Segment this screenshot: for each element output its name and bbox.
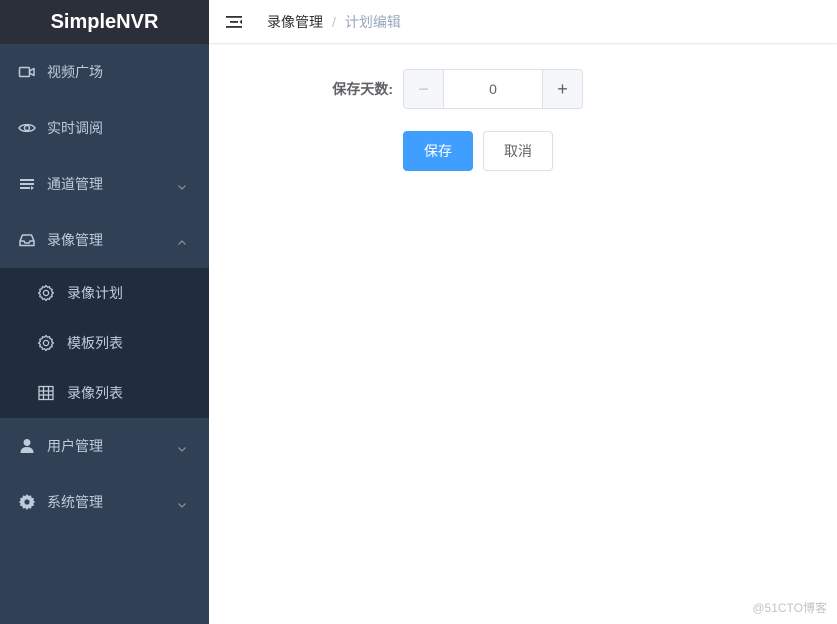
retention-days-stepper: − +	[403, 69, 583, 109]
decrement-button[interactable]: −	[404, 70, 444, 108]
sidebar-item-video-square[interactable]: 视频广场	[0, 44, 209, 100]
sidebar-item-live-view[interactable]: 实时调阅	[0, 100, 209, 156]
breadcrumb-current: 计划编辑	[344, 13, 401, 30]
eye-icon	[18, 119, 36, 137]
breadcrumb-separator: /	[332, 13, 336, 30]
user-icon	[18, 437, 36, 455]
sidebar: SimpleNVR 视频广场 实时调阅 通道管理 录像管理 录像计划 模板列表 …	[0, 0, 209, 624]
sidebar-item-channel-management[interactable]: 通道管理	[0, 156, 209, 212]
app-root: SimpleNVR 视频广场 实时调阅 通道管理 录像管理 录像计划 模板列表 …	[0, 0, 837, 624]
sidebar-item-user-management[interactable]: 用户管理	[0, 418, 209, 474]
sidebar-item-label: 系统管理	[47, 494, 103, 510]
sidebar-item-system-management[interactable]: 系统管理	[0, 474, 209, 530]
main-content: 保存天数: − + 保存 取消 @51CTO博客	[209, 45, 837, 624]
sidebar-item-label: 视频广场	[47, 64, 103, 80]
menu-fold-icon[interactable]	[225, 13, 243, 31]
sidebar-item-recording-list[interactable]: 录像列表	[0, 368, 209, 418]
sidebar-item-label: 用户管理	[47, 438, 103, 454]
form-actions: 保存 取消	[403, 131, 553, 171]
sidebar-item-recording-management[interactable]: 录像管理	[0, 212, 209, 268]
sidebar-item-label: 录像管理	[47, 232, 103, 248]
list-icon	[18, 175, 36, 193]
cancel-button[interactable]: 取消	[483, 131, 553, 171]
sidebar-item-label: 录像计划	[67, 285, 123, 301]
sidebar-item-recording-plan[interactable]: 录像计划	[0, 268, 209, 318]
retention-days-row: 保存天数: − +	[209, 69, 837, 109]
gear-icon	[18, 493, 36, 511]
chevron-down-icon	[177, 179, 187, 190]
retention-days-label: 保存天数:	[332, 81, 393, 97]
recording-submenu: 录像计划 模板列表 录像列表	[0, 268, 209, 418]
gear-outline-icon	[37, 284, 55, 302]
chevron-up-icon	[177, 235, 187, 245]
sidebar-item-label: 模板列表	[67, 335, 123, 351]
breadcrumb-parent[interactable]: 录像管理	[267, 12, 323, 32]
sidebar-item-template-list[interactable]: 模板列表	[0, 318, 209, 368]
chevron-down-icon	[177, 497, 187, 508]
brand-title[interactable]: SimpleNVR	[0, 0, 209, 44]
gear-outline-icon	[37, 334, 55, 352]
chevron-down-icon	[177, 441, 187, 452]
increment-button[interactable]: +	[542, 70, 582, 108]
watermark: @51CTO博客	[752, 601, 827, 615]
sidebar-item-label: 实时调阅	[47, 120, 103, 136]
inbox-icon	[18, 231, 36, 249]
grid-icon	[37, 384, 55, 402]
top-header: 录像管理 / 计划编辑	[209, 0, 837, 44]
save-button[interactable]: 保存	[403, 131, 473, 171]
sidebar-item-label: 通道管理	[47, 176, 103, 192]
breadcrumb: 录像管理 / 计划编辑	[267, 12, 401, 32]
sidebar-item-label: 录像列表	[67, 385, 123, 401]
retention-days-input[interactable]	[444, 70, 542, 108]
video-camera-icon	[18, 63, 36, 81]
